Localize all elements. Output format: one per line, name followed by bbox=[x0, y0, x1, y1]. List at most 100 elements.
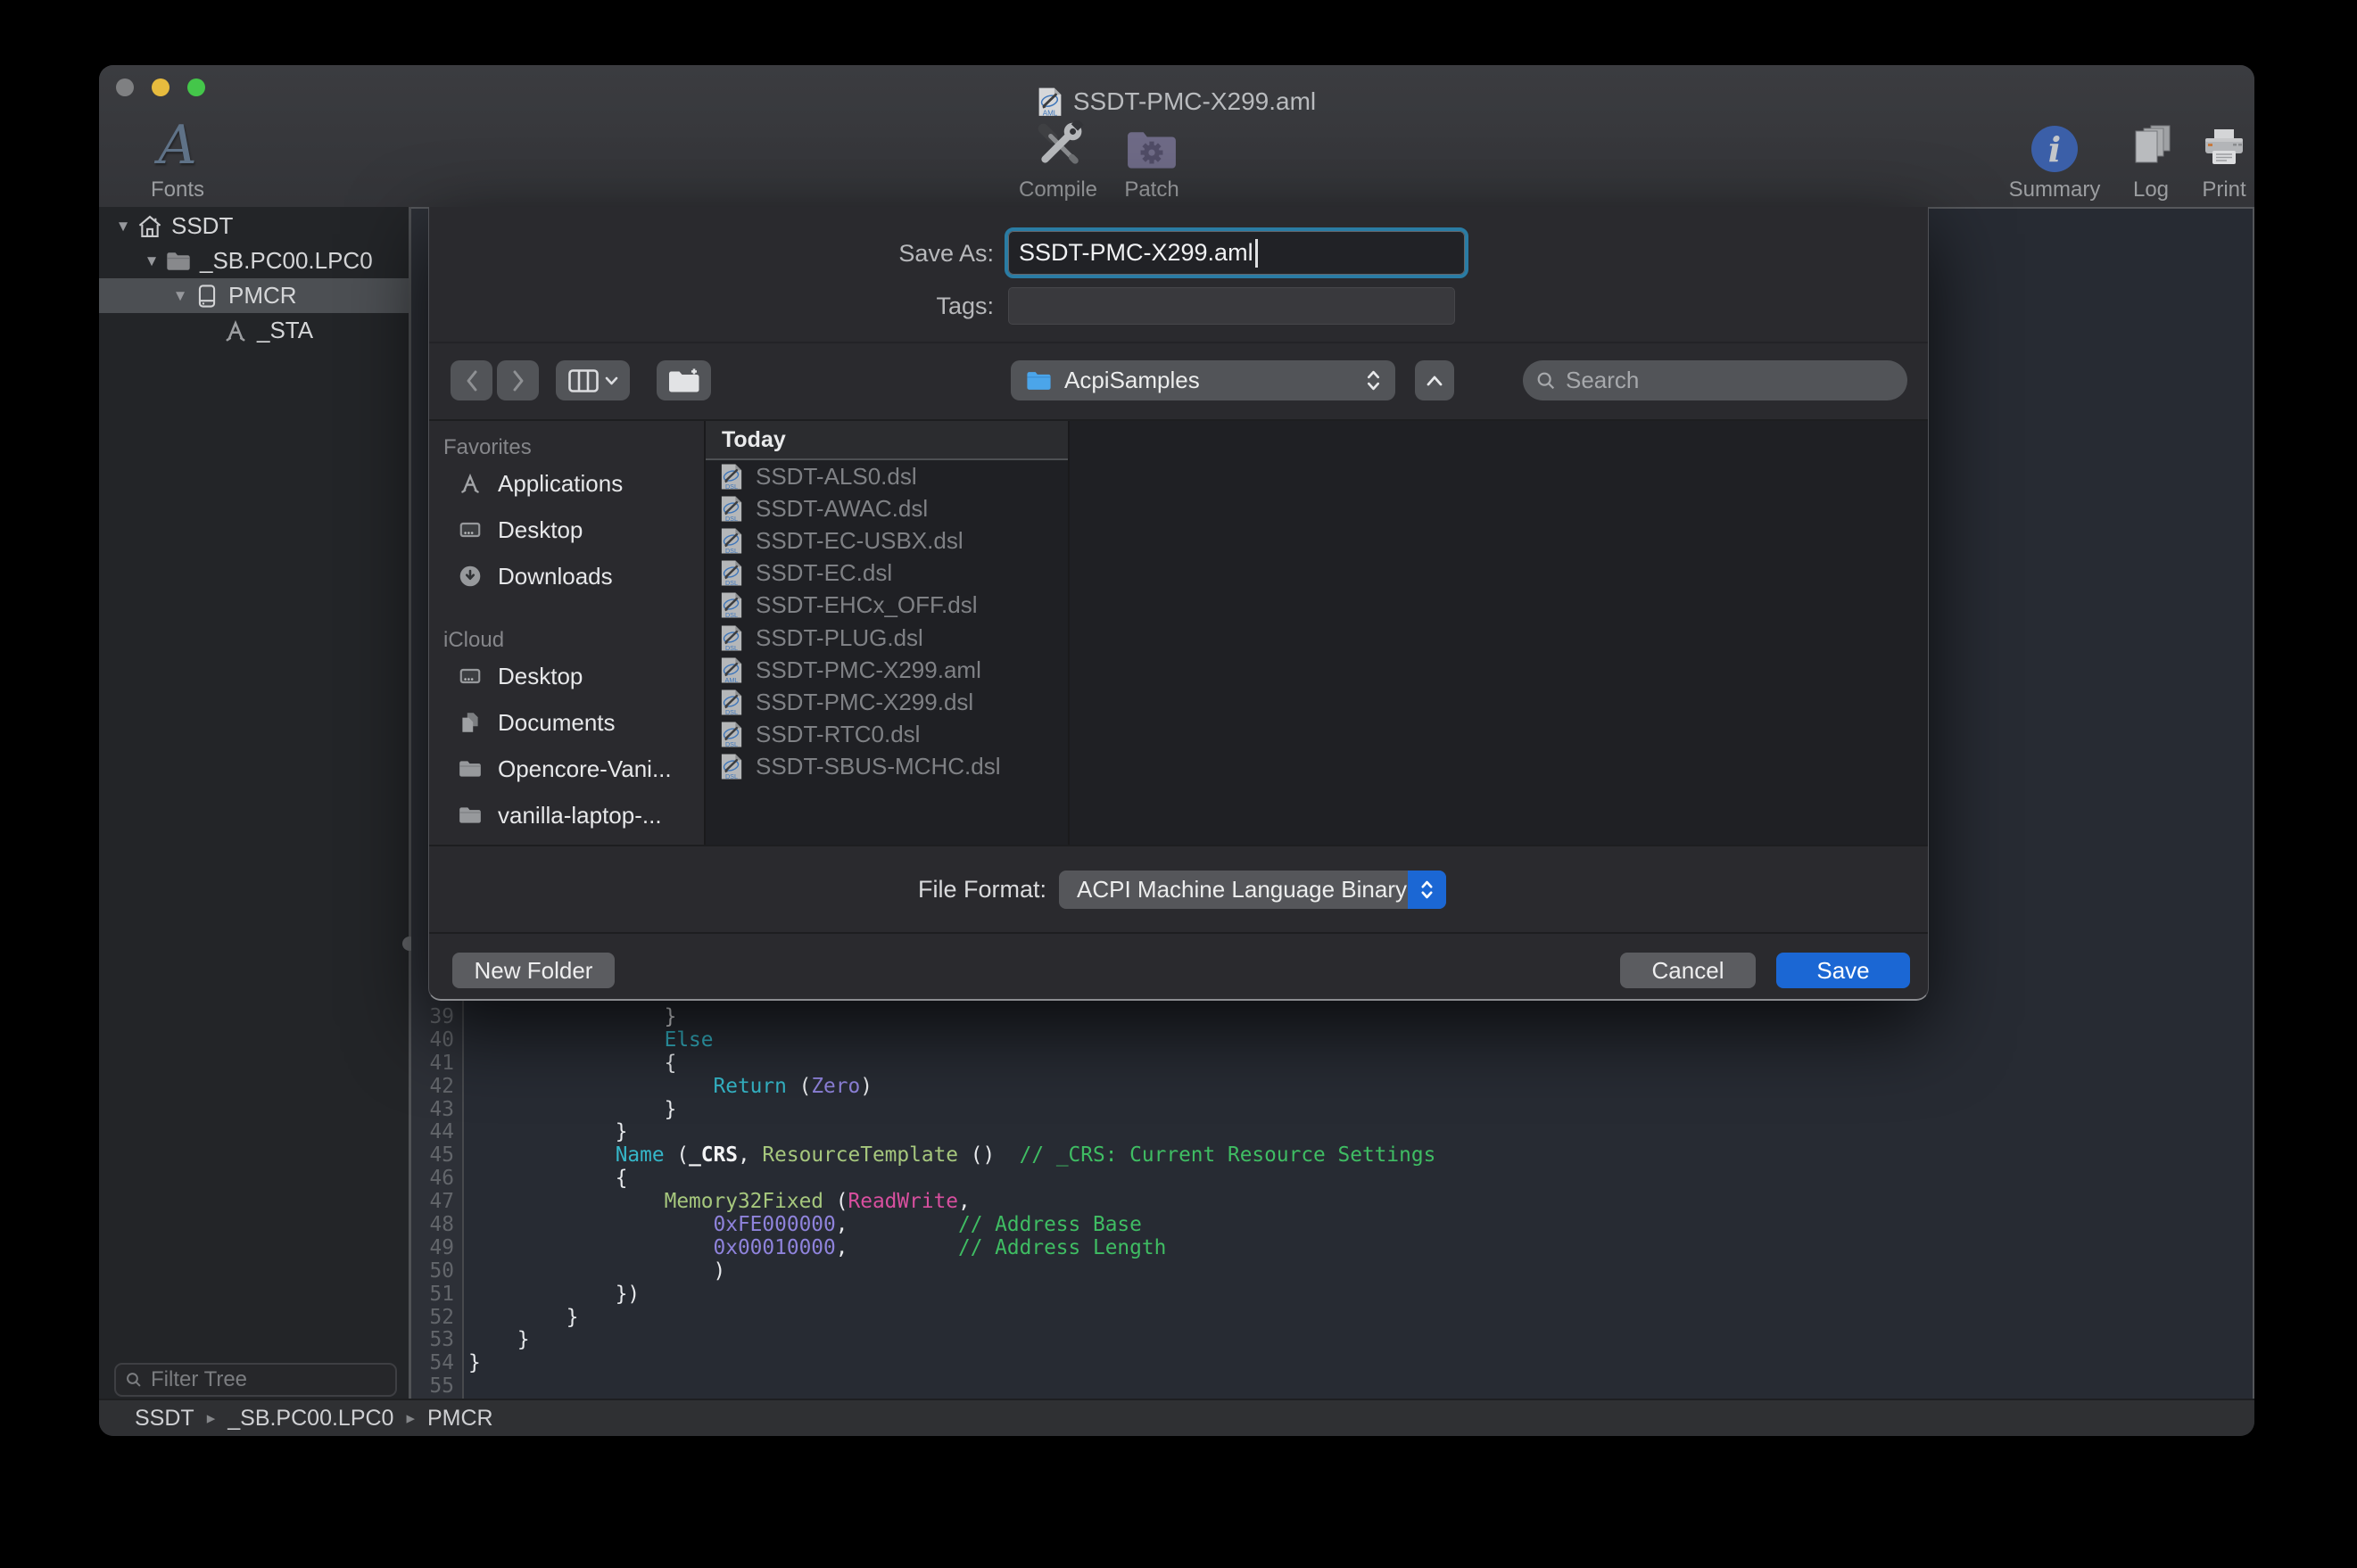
file-row-ssdt-rtc0-dsl[interactable]: DSLSSDT-RTC0.dsl bbox=[706, 719, 1068, 751]
code-line: 49 0x00010000, // Address Length bbox=[411, 1237, 2253, 1260]
svg-text:AML: AML bbox=[725, 676, 739, 684]
sidebar-item-applications[interactable]: Applications bbox=[429, 460, 704, 507]
tags-input[interactable] bbox=[1008, 287, 1455, 325]
tree-item-pmcr[interactable]: ▼ PMCR bbox=[99, 278, 409, 313]
line-number: 50 bbox=[411, 1260, 462, 1283]
file-row-ssdt-pmc-x299-dsl[interactable]: DSLSSDT-PMC-X299.dsl bbox=[706, 686, 1068, 718]
line-number: 42 bbox=[411, 1076, 462, 1099]
new-folder-icon-button[interactable] bbox=[657, 360, 711, 400]
file-row-ssdt-ec-dsl[interactable]: DSLSSDT-EC.dsl bbox=[706, 557, 1068, 590]
toolbar-compile-button[interactable]: Compile bbox=[1005, 106, 1112, 202]
sidebar-tree: ▼SSDT▼_SB.PC00.LPC0▼PMCR_STA Filter Tree bbox=[99, 207, 409, 1399]
tree-item-ssdt[interactable]: ▼ SSDT bbox=[99, 209, 409, 243]
line-number: 48 bbox=[411, 1214, 462, 1237]
breadcrumb: SSDT▸_SB.PC00.LPC0▸PMCR bbox=[135, 1406, 493, 1432]
line-number: 49 bbox=[411, 1237, 462, 1260]
document-icon: DSL bbox=[720, 527, 743, 555]
sidebar-item-desktop[interactable]: Desktop bbox=[429, 653, 704, 699]
sidebar-item-desktop[interactable]: Desktop bbox=[429, 507, 704, 553]
code-line: 41 { bbox=[411, 1052, 2253, 1076]
code-line: 48 0xFE000000, // Address Base bbox=[411, 1214, 2253, 1237]
downloads-icon bbox=[458, 564, 483, 589]
tree-item-label: PMCR bbox=[228, 282, 297, 309]
save-as-input[interactable]: SSDT-PMC-X299.aml bbox=[1005, 227, 1468, 278]
tree-item-label: SSDT bbox=[171, 212, 233, 240]
disclosure-triangle-icon[interactable]: ▼ bbox=[169, 287, 192, 305]
save-dialog-sheet: Save As: SSDT-PMC-X299.aml Tags: bbox=[428, 207, 1929, 1001]
up-directory-button[interactable] bbox=[1415, 360, 1454, 400]
file-row-ssdt-sbus-mchc-dsl[interactable]: DSLSSDT-SBUS-MCHC.dsl bbox=[706, 751, 1068, 783]
document-icon: AML bbox=[720, 656, 743, 684]
code-line: 44 } bbox=[411, 1121, 2253, 1144]
back-button[interactable] bbox=[451, 360, 492, 400]
disclosure-triangle-icon[interactable]: ▼ bbox=[140, 252, 163, 270]
titlebar: AML SSDT-PMC-X299.aml A Fonts Compile bbox=[99, 65, 2254, 207]
save-as-label: Save As: bbox=[429, 233, 994, 275]
print-icon bbox=[2192, 106, 2254, 172]
file-row-ssdt-als0-dsl[interactable]: DSLSSDT-ALS0.dsl bbox=[706, 460, 1068, 492]
column-view-icon bbox=[568, 369, 599, 392]
divider bbox=[429, 932, 1928, 934]
file-row-ssdt-plug-dsl[interactable]: DSLSSDT-PLUG.dsl bbox=[706, 622, 1068, 654]
document-icon: DSL bbox=[720, 495, 743, 523]
sidebar-section-title: iCloud bbox=[429, 621, 704, 653]
toolbar-patch-button[interactable]: Patch bbox=[1112, 106, 1192, 202]
sidebar-item-vanilla-laptop[interactable]: vanilla-laptop-... bbox=[429, 792, 704, 838]
code-line: 53 } bbox=[411, 1329, 2253, 1352]
search-input[interactable]: Search bbox=[1523, 360, 1907, 400]
compile-icon bbox=[1005, 106, 1112, 172]
file-format-popup[interactable]: ACPI Machine Language Binary bbox=[1059, 871, 1446, 909]
location-popup[interactable]: AcpiSamples bbox=[1011, 360, 1395, 400]
tree-item-sta[interactable]: _STA bbox=[99, 313, 409, 348]
line-number: 46 bbox=[411, 1168, 462, 1191]
device-icon bbox=[194, 283, 220, 309]
code-line: 42 Return (Zero) bbox=[411, 1076, 2253, 1099]
new-folder-icon bbox=[667, 367, 701, 394]
breadcrumb-item-pmcr[interactable]: PMCR bbox=[427, 1406, 493, 1432]
toolbar-log-label: Log bbox=[2110, 177, 2192, 202]
tree-item-sb-pc00-lpc0[interactable]: ▼_SB.PC00.LPC0 bbox=[99, 243, 409, 278]
document-icon: DSL bbox=[720, 559, 743, 587]
svg-text:DSL: DSL bbox=[725, 547, 738, 555]
code-area[interactable]: 39 }40 Else41 {42 Return (Zero)43 }44 }4… bbox=[411, 1006, 2253, 1399]
sidebar-item-downloads[interactable]: Downloads bbox=[429, 553, 704, 599]
disclosure-triangle-icon[interactable]: ▼ bbox=[112, 218, 135, 235]
line-number: 45 bbox=[411, 1144, 462, 1168]
new-folder-button[interactable]: New Folder bbox=[452, 953, 615, 988]
toolbar-log-button[interactable]: Log bbox=[2110, 106, 2192, 202]
breadcrumb-item-ssdt[interactable]: SSDT bbox=[135, 1406, 194, 1432]
breadcrumb-separator: ▸ bbox=[406, 1408, 415, 1429]
code-line: 52 } bbox=[411, 1307, 2253, 1330]
toolbar-fonts-label: Fonts bbox=[115, 177, 240, 202]
sidebar-item-documents[interactable]: Documents bbox=[429, 699, 704, 746]
file-name: SSDT-SBUS-MCHC.dsl bbox=[756, 753, 1000, 780]
breadcrumb-item-sb-pc00-lpc0[interactable]: _SB.PC00.LPC0 bbox=[227, 1406, 393, 1432]
log-icon bbox=[2110, 106, 2192, 172]
file-row-ssdt-awac-dsl[interactable]: DSLSSDT-AWAC.dsl bbox=[706, 492, 1068, 524]
sidebar-item-opencore-vani[interactable]: Opencore-Vani... bbox=[429, 746, 704, 792]
file-row-ssdt-ehcx-off-dsl[interactable]: DSLSSDT-EHCx_OFF.dsl bbox=[706, 590, 1068, 622]
file-group-label: Today bbox=[722, 427, 786, 453]
sidebar-tree-items: ▼SSDT▼_SB.PC00.LPC0▼PMCR_STA bbox=[99, 209, 409, 348]
line-number: 39 bbox=[411, 1006, 462, 1029]
line-number: 55 bbox=[411, 1375, 462, 1399]
folder-blue-icon bbox=[1025, 370, 1053, 392]
forward-button[interactable] bbox=[497, 360, 539, 400]
sidebar-item-label: Opencore-Vani... bbox=[498, 755, 672, 783]
toolbar-fonts-button[interactable]: A Fonts bbox=[115, 106, 240, 202]
svg-text:DSL: DSL bbox=[725, 611, 738, 619]
view-mode-button[interactable] bbox=[556, 360, 630, 400]
search-icon bbox=[1535, 370, 1557, 392]
document-icon: DSL bbox=[720, 624, 743, 652]
toolbar-print-button[interactable]: Print bbox=[2192, 106, 2254, 202]
toolbar-summary-button[interactable]: i Summary bbox=[1999, 106, 2110, 202]
document-icon: DSL bbox=[720, 689, 743, 716]
editor-right-border bbox=[2253, 209, 2254, 1399]
file-row-ssdt-ec-usbx-dsl[interactable]: DSLSSDT-EC-USBX.dsl bbox=[706, 524, 1068, 557]
chevron-right-icon bbox=[511, 369, 525, 392]
file-row-ssdt-pmc-x299-aml[interactable]: AMLSSDT-PMC-X299.aml bbox=[706, 654, 1068, 686]
filter-tree-input[interactable]: Filter Tree bbox=[114, 1363, 397, 1397]
cancel-button[interactable]: Cancel bbox=[1620, 953, 1756, 988]
save-button[interactable]: Save bbox=[1776, 953, 1910, 988]
code-line: 47 Memory32Fixed (ReadWrite, bbox=[411, 1191, 2253, 1214]
